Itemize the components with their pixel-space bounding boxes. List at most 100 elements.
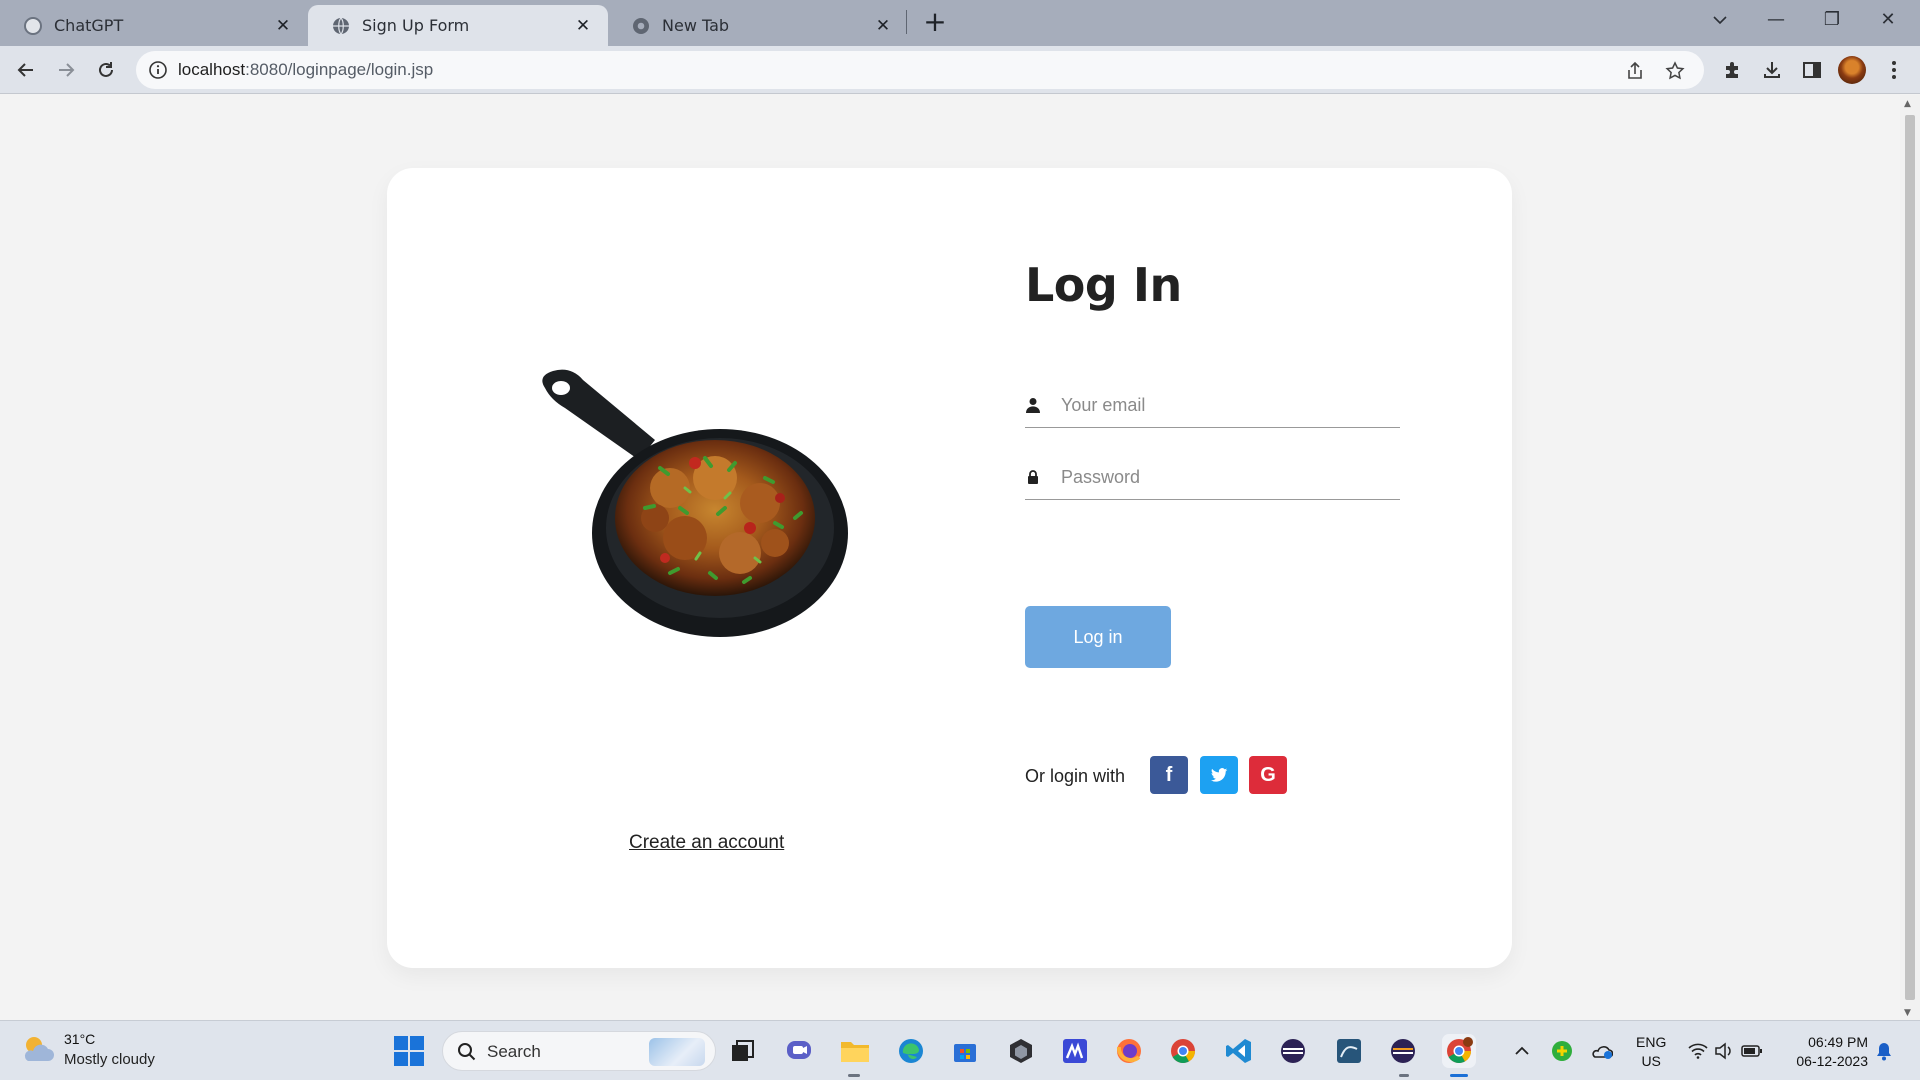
reload-button[interactable]: [90, 54, 122, 86]
language-indicator[interactable]: ENG US: [1636, 1033, 1666, 1071]
mysql-workbench-icon[interactable]: [1332, 1034, 1366, 1068]
search-icon: [458, 1043, 476, 1061]
search-highlight-image: [649, 1038, 705, 1066]
close-icon[interactable]: ✕: [272, 16, 294, 36]
chatgpt-icon: [24, 16, 42, 35]
facebook-icon: f: [1165, 764, 1173, 786]
scroll-down-arrow-icon[interactable]: ▼: [1904, 1008, 1911, 1018]
battery-icon[interactable]: [1740, 1039, 1764, 1063]
address-bar[interactable]: localhost:8080/loginpage/login.jsp: [136, 51, 1704, 89]
volume-icon[interactable]: [1712, 1039, 1736, 1063]
system-clock[interactable]: 06:49 PM 06-12-2023: [1782, 1033, 1868, 1071]
page-title: Log In: [1025, 258, 1182, 312]
microsoft-store-icon[interactable]: [948, 1034, 982, 1068]
file-explorer-icon[interactable]: [838, 1034, 872, 1068]
page-scrollbar[interactable]: ▲ ▼: [1900, 95, 1920, 1020]
or-login-with-label: Or login with: [1025, 766, 1126, 786]
app-tray-icon[interactable]: [1550, 1039, 1574, 1063]
reload-icon: [99, 62, 113, 77]
arrow-left-icon: [17, 63, 33, 77]
tab-sign-up-form[interactable]: Sign Up Form ✕: [308, 5, 608, 46]
tab-strip: ChatGPT ✕ Sign Up Form ✕ New Tab ✕ + — ❐…: [0, 0, 1920, 46]
create-account-link[interactable]: Create an account: [629, 832, 784, 854]
chrome-icon[interactable]: [1166, 1034, 1200, 1068]
chrome-active-icon[interactable]: [1442, 1034, 1476, 1068]
tab-label: Sign Up Form: [362, 16, 470, 35]
user-icon: [1026, 398, 1040, 413]
mathpix-icon[interactable]: [1058, 1034, 1092, 1068]
firefox-icon[interactable]: [1112, 1034, 1146, 1068]
password-field: [1025, 456, 1400, 500]
google-icon: G: [1260, 764, 1276, 786]
running-indicator: [1399, 1074, 1409, 1077]
login-button[interactable]: Log in: [1025, 606, 1171, 668]
tab-chatgpt[interactable]: ChatGPT ✕: [0, 5, 308, 46]
google-login-button[interactable]: G: [1249, 756, 1287, 794]
info-icon[interactable]: [148, 60, 168, 80]
taskbar: 31°C Mostly cloudy Search ENG US 06:49 P…: [0, 1020, 1920, 1080]
side-panel-icon[interactable]: [1796, 54, 1828, 86]
chevron-up-icon[interactable]: [1510, 1039, 1534, 1063]
close-window-button[interactable]: ✕: [1860, 0, 1916, 40]
new-tab-button[interactable]: +: [918, 6, 952, 40]
login-card: Create an account Log In Log in Or login…: [387, 168, 1512, 968]
url-text[interactable]: localhost:8080/loginpage/login.jsp: [178, 60, 433, 80]
download-icon[interactable]: [1756, 54, 1788, 86]
restore-button[interactable]: ❐: [1804, 0, 1860, 40]
scrollbar-thumb[interactable]: [1905, 115, 1915, 1000]
windows-start-icon[interactable]: [394, 1036, 424, 1066]
forward-button[interactable]: [50, 54, 82, 86]
profile-avatar[interactable]: [1838, 56, 1866, 84]
active-indicator: [1450, 1074, 1468, 1077]
arrow-right-icon: [59, 63, 75, 77]
twitter-login-button[interactable]: [1200, 756, 1238, 794]
browser-toolbar: localhost:8080/loginpage/login.jsp: [0, 46, 1920, 94]
facebook-login-button[interactable]: f: [1150, 756, 1188, 794]
globe-icon: [332, 17, 350, 35]
unity-hub-icon[interactable]: [1004, 1034, 1038, 1068]
twitter-icon: [1210, 768, 1228, 782]
page-viewport: Create an account Log In Log in Or login…: [0, 95, 1900, 1020]
wifi-icon[interactable]: [1686, 1039, 1710, 1063]
weather-description[interactable]: Mostly cloudy: [64, 1051, 155, 1068]
close-icon[interactable]: ✕: [872, 16, 894, 36]
onedrive-icon[interactable]: [1590, 1039, 1614, 1063]
email-field: [1025, 384, 1400, 428]
tab-label: New Tab: [662, 16, 730, 35]
edge-icon[interactable]: [894, 1034, 928, 1068]
language-code: ENG: [1636, 1034, 1667, 1050]
task-view-icon[interactable]: [726, 1034, 760, 1068]
minimize-button[interactable]: —: [1748, 0, 1804, 40]
teams-chat-icon[interactable]: [782, 1034, 816, 1068]
tab-divider: [906, 10, 907, 34]
password-input[interactable]: [1061, 462, 1391, 492]
url-path: :8080/loginpage/login.jsp: [245, 60, 434, 79]
eclipse-icon[interactable]: [1276, 1034, 1310, 1068]
url-host: localhost: [178, 60, 246, 79]
tab-search-chevron-icon[interactable]: [1692, 0, 1748, 40]
clock-date: 06-12-2023: [1796, 1053, 1868, 1069]
close-icon[interactable]: ✕: [572, 16, 594, 36]
clock-time: 06:49 PM: [1808, 1034, 1868, 1050]
region-code: US: [1641, 1053, 1661, 1069]
eclipse-ee-icon[interactable]: [1386, 1034, 1420, 1068]
extensions-icon[interactable]: [1716, 54, 1748, 86]
taskbar-search[interactable]: Search: [442, 1031, 716, 1071]
weather-temperature[interactable]: 31°C: [64, 1031, 95, 1047]
email-input[interactable]: [1061, 390, 1391, 420]
scroll-up-arrow-icon[interactable]: ▲: [1904, 99, 1911, 109]
running-indicator: [848, 1074, 860, 1077]
menu-kebab-icon[interactable]: [1878, 54, 1910, 86]
tab-label: ChatGPT: [54, 16, 124, 35]
search-label: Search: [487, 1042, 541, 1061]
share-icon[interactable]: [1622, 58, 1648, 84]
notification-bell-icon[interactable]: [1872, 1039, 1896, 1063]
lock-icon: [1028, 470, 1038, 484]
vscode-icon[interactable]: [1222, 1034, 1256, 1068]
partly-cloudy-icon[interactable]: [20, 1033, 56, 1065]
skillet-dish-image: [542, 369, 848, 637]
bookmark-star-icon[interactable]: [1662, 58, 1688, 84]
back-button[interactable]: [10, 54, 42, 86]
tab-new-tab[interactable]: New Tab ✕: [608, 5, 908, 46]
chrome-icon: [632, 17, 650, 35]
